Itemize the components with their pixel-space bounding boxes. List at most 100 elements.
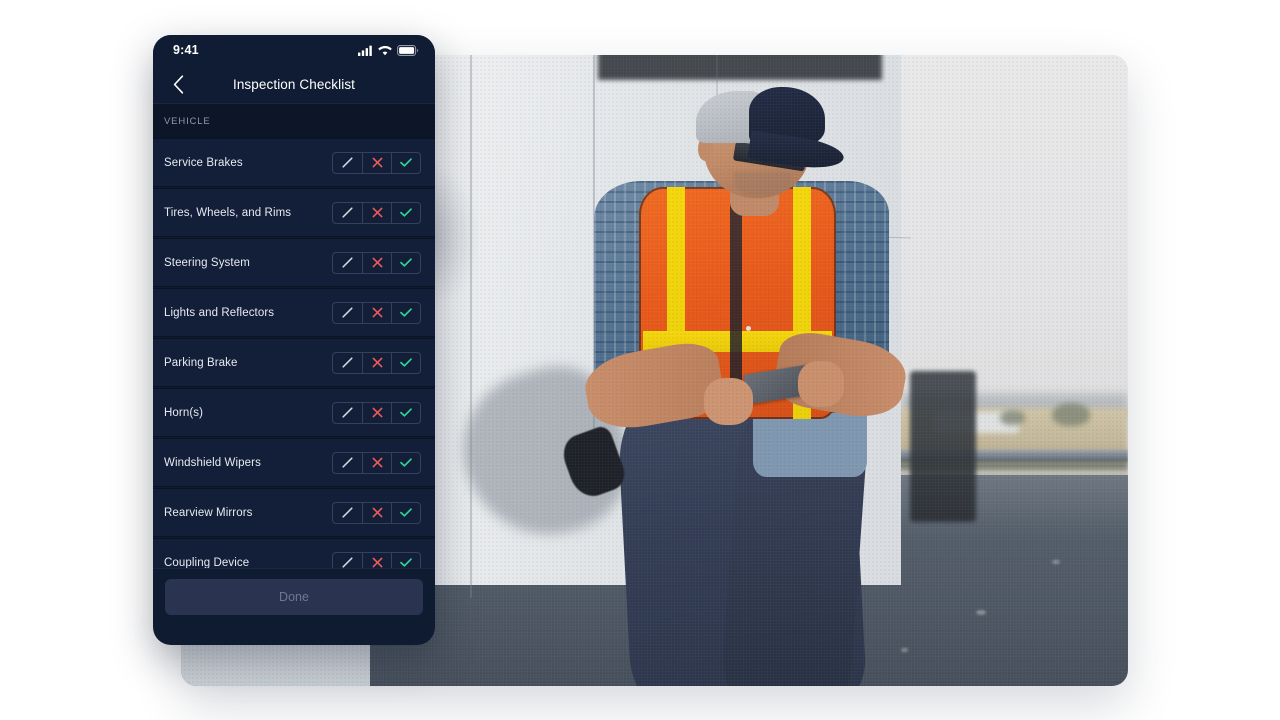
status-pass-button[interactable]	[391, 552, 420, 568]
checklist-row-label: Tires, Wheels, and Rims	[164, 206, 292, 219]
x-mark-icon	[372, 207, 382, 218]
status-fail-button[interactable]	[362, 452, 391, 473]
check-mark-icon	[400, 208, 412, 217]
checklist-row-0[interactable]: Service Brakes	[153, 138, 435, 187]
checklist-row-3[interactable]: Lights and Reflectors	[153, 288, 435, 337]
check-mark-icon	[400, 358, 412, 367]
done-button[interactable]: Done	[165, 579, 423, 615]
check-mark-icon	[400, 558, 412, 567]
checklist-row-label: Coupling Device	[164, 556, 250, 569]
checklist-row-label: Rearview Mirrors	[164, 506, 253, 519]
status-na-button[interactable]	[333, 303, 362, 323]
status-fail-button[interactable]	[362, 252, 391, 273]
inspection-status-segmented-control	[332, 451, 421, 474]
section-header-vehicle: VEHICLE	[153, 103, 435, 138]
status-fail-button[interactable]	[362, 202, 391, 223]
checklist-row-8[interactable]: Coupling Device	[153, 538, 435, 568]
status-pass-button[interactable]	[391, 502, 420, 523]
status-fail-button[interactable]	[362, 552, 391, 568]
status-pass-button[interactable]	[391, 252, 420, 273]
screenshot-stage: 9:41 Inspection Checklist VEHICLE Servic…	[0, 0, 1280, 720]
status-na-button[interactable]	[333, 553, 362, 569]
status-fail-button[interactable]	[362, 302, 391, 323]
slash-icon	[342, 257, 353, 268]
x-mark-icon	[372, 457, 382, 468]
slash-icon	[342, 507, 353, 518]
status-fail-button[interactable]	[362, 502, 391, 523]
x-mark-icon	[372, 257, 382, 268]
status-fail-button[interactable]	[362, 152, 391, 173]
inspection-status-segmented-control	[332, 301, 421, 324]
cellular-signal-icon	[358, 45, 372, 56]
check-mark-icon	[400, 458, 412, 467]
status-na-button[interactable]	[333, 353, 362, 373]
photo-vest-snap	[745, 326, 751, 332]
status-na-button[interactable]	[333, 403, 362, 423]
x-mark-icon	[372, 507, 382, 518]
status-pass-button[interactable]	[391, 302, 420, 323]
slash-icon	[342, 407, 353, 418]
check-mark-icon	[400, 258, 412, 267]
x-mark-icon	[372, 307, 382, 318]
phone-mockup: 9:41 Inspection Checklist VEHICLE Servic…	[153, 35, 435, 645]
x-mark-icon	[372, 557, 382, 568]
checklist-row-label: Service Brakes	[164, 156, 243, 169]
inspection-status-segmented-control	[332, 401, 421, 424]
checklist-row-label: Parking Brake	[164, 356, 238, 369]
checklist-row-2[interactable]: Steering System	[153, 238, 435, 287]
battery-full-icon	[397, 44, 419, 56]
slash-icon	[342, 457, 353, 468]
slash-icon	[342, 357, 353, 368]
inspection-status-segmented-control	[332, 251, 421, 274]
status-na-button[interactable]	[333, 253, 362, 273]
status-fail-button[interactable]	[362, 352, 391, 373]
status-pass-button[interactable]	[391, 152, 420, 173]
inspection-status-segmented-control	[332, 151, 421, 174]
checklist-row-5[interactable]: Horn(s)	[153, 388, 435, 437]
navigation-bar: Inspection Checklist	[153, 65, 435, 103]
status-na-button[interactable]	[333, 503, 362, 523]
checklist-list: Service Brakes Tires, Wheels, and Rims S…	[153, 138, 435, 568]
wifi-icon	[378, 45, 392, 55]
x-mark-icon	[372, 157, 382, 168]
photo-driver-hand	[703, 378, 753, 425]
checklist-row-4[interactable]: Parking Brake	[153, 338, 435, 387]
checklist-row-label: Steering System	[164, 256, 250, 269]
photo-trailer-underbody	[597, 55, 882, 81]
inspection-status-segmented-control	[332, 351, 421, 374]
status-na-button[interactable]	[333, 203, 362, 223]
check-mark-icon	[400, 308, 412, 317]
checklist-row-6[interactable]: Windshield Wipers	[153, 438, 435, 487]
check-mark-icon	[400, 158, 412, 167]
status-pass-button[interactable]	[391, 352, 420, 373]
inspection-status-segmented-control	[332, 501, 421, 524]
checklist-row-label: Horn(s)	[164, 406, 204, 419]
status-bar: 9:41	[153, 35, 435, 65]
back-button[interactable]	[167, 73, 189, 95]
checklist-row-label: Windshield Wipers	[164, 456, 261, 469]
photo-tree	[1000, 409, 1025, 425]
slash-icon	[342, 557, 353, 568]
check-mark-icon	[400, 508, 412, 517]
status-na-button[interactable]	[333, 153, 362, 173]
status-pass-button[interactable]	[391, 402, 420, 423]
checklist-row-label: Lights and Reflectors	[164, 306, 275, 319]
status-pass-button[interactable]	[391, 452, 420, 473]
photo-driver-beard	[734, 171, 791, 195]
checklist-row-7[interactable]: Rearview Mirrors	[153, 488, 435, 537]
status-na-button[interactable]	[333, 453, 362, 473]
photo-road-speck	[1052, 559, 1061, 564]
status-fail-button[interactable]	[362, 402, 391, 423]
photo-truck-driver	[558, 86, 958, 686]
status-pass-button[interactable]	[391, 202, 420, 223]
slash-icon	[342, 157, 353, 168]
status-bar-icons	[358, 44, 419, 56]
checklist-row-1[interactable]: Tires, Wheels, and Rims	[153, 188, 435, 237]
section-header-label: VEHICLE	[164, 115, 211, 127]
check-mark-icon	[400, 408, 412, 417]
inspection-status-segmented-control	[332, 201, 421, 224]
chevron-left-icon	[173, 74, 183, 94]
photo-driver-hand	[798, 360, 844, 408]
inspection-status-segmented-control	[332, 551, 421, 569]
page-title: Inspection Checklist	[232, 76, 356, 92]
